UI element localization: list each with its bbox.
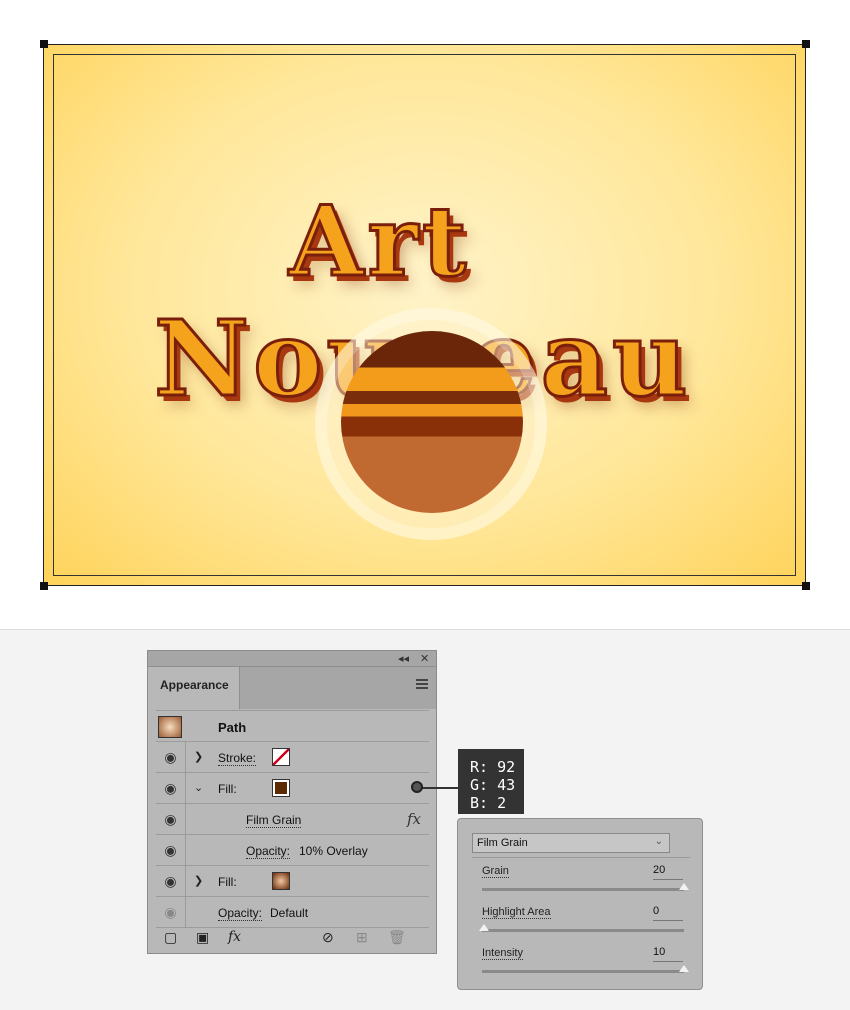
fill-label[interactable]: Fill: xyxy=(218,782,237,796)
fx-icon[interactable]: fx xyxy=(407,810,421,828)
panel-tabs: Appearance xyxy=(148,667,436,709)
intensity-label: Intensity xyxy=(482,947,523,960)
selection-handle-br[interactable] xyxy=(802,582,810,590)
object-thumbnail xyxy=(158,716,182,738)
tooltip-anchor-dot xyxy=(411,781,423,793)
fill-row[interactable]: ◉ ⌄ Fill: xyxy=(156,773,429,804)
stroke-none-swatch[interactable] xyxy=(272,748,290,766)
collapse-icon[interactable]: ◂◂ xyxy=(398,652,409,665)
add-effect-icon[interactable]: fx xyxy=(228,929,241,945)
delete-icon[interactable]: 🗑 xyxy=(388,929,406,946)
film-grain-row[interactable]: ◉ Film Grain fx xyxy=(156,804,429,835)
tooltip-r: R: 92 xyxy=(470,758,516,776)
tab-appearance[interactable]: Appearance xyxy=(148,667,240,709)
fill-label[interactable]: Fill: xyxy=(218,875,237,889)
grain-slider[interactable] xyxy=(482,883,689,891)
art-title: Art xyxy=(287,184,471,300)
eye-icon[interactable]: ◉ xyxy=(156,866,186,897)
eye-icon[interactable]: ◉ xyxy=(156,804,186,835)
opacity-overlay-row[interactable]: ◉ Opacity: 10% Overlay xyxy=(156,835,429,866)
chevron-right-icon[interactable]: ❯ xyxy=(194,750,203,763)
fill-color-swatch[interactable] xyxy=(272,779,290,797)
add-fill-icon[interactable]: ▣ xyxy=(196,929,209,946)
tooltip-b: B: 2 xyxy=(470,794,507,812)
grain-input[interactable]: 20 xyxy=(653,864,683,880)
fill-gradient-swatch[interactable] xyxy=(272,872,290,890)
panel-titlebar: ◂◂ ✕ xyxy=(148,651,436,667)
add-stroke-icon[interactable]: ▢ xyxy=(164,929,177,946)
grain-slider-thumb[interactable] xyxy=(679,883,689,890)
fill-row-2[interactable]: ◉ ❯ Fill: xyxy=(156,866,429,897)
close-icon[interactable]: ✕ xyxy=(420,652,429,665)
selection-handle-tl[interactable] xyxy=(40,40,48,48)
stroke-row[interactable]: ◉ ❯ Stroke: xyxy=(156,742,429,773)
eye-icon[interactable]: ◉ xyxy=(156,742,186,773)
tooltip-g: G: 43 xyxy=(470,776,516,794)
effect-select-value: Film Grain xyxy=(477,837,528,849)
canvas-area: Art Nouveau xyxy=(0,0,850,630)
object-header-row[interactable]: Path xyxy=(156,711,429,742)
tooltip-connector xyxy=(417,787,458,789)
divider xyxy=(472,857,690,858)
highlight-area-slider[interactable] xyxy=(479,924,684,932)
highlight-area-slider-thumb[interactable] xyxy=(479,924,489,931)
highlight-area-label: Highlight Area xyxy=(482,906,551,919)
film-grain-dialog: Film Grain ⌄ Grain 20 Highlight Area 0 I… xyxy=(457,818,703,990)
opacity-label[interactable]: Opacity: xyxy=(218,906,263,921)
opacity-value: 10% Overlay xyxy=(299,844,368,858)
selection-handle-bl[interactable] xyxy=(40,582,48,590)
chevron-down-icon: ⌄ xyxy=(654,836,663,847)
intensity-slider-thumb[interactable] xyxy=(679,965,689,972)
color-tooltip: R: 92 G: 43 B: 2 xyxy=(458,749,524,814)
panel-menu-icon[interactable] xyxy=(416,679,428,689)
chevron-down-icon[interactable]: ⌄ xyxy=(194,781,203,794)
eye-icon[interactable]: ◉ xyxy=(156,773,186,804)
intensity-slider[interactable] xyxy=(482,965,689,973)
selection-handle-tr[interactable] xyxy=(802,40,810,48)
lens-fill xyxy=(341,331,523,513)
film-grain-label[interactable]: Film Grain xyxy=(246,813,302,828)
eye-icon[interactable]: ◉ xyxy=(156,835,186,866)
appearance-list: Path ◉ ❯ Stroke: ◉ ⌄ Fill: ◉ Film Grain … xyxy=(156,710,429,928)
intensity-input[interactable]: 10 xyxy=(653,946,683,962)
duplicate-item-icon[interactable]: ⊞ xyxy=(356,929,368,946)
clear-appearance-icon[interactable]: ⊘ xyxy=(322,929,334,946)
chevron-right-icon[interactable]: ❯ xyxy=(194,874,203,887)
opacity-value: Default xyxy=(270,906,309,920)
art-artboard[interactable]: Art Nouveau xyxy=(43,44,806,586)
stroke-label[interactable]: Stroke: xyxy=(218,751,257,766)
opacity-label[interactable]: Opacity: xyxy=(246,844,291,859)
panel-bottom-bar: ▢ ▣ fx ⊘ ⊞ 🗑 xyxy=(148,923,436,953)
appearance-panel: ◂◂ ✕ Appearance Path ◉ ❯ Stroke: ◉ ⌄ Fil… xyxy=(147,650,437,954)
effect-select[interactable]: Film Grain ⌄ xyxy=(472,833,670,853)
grain-label: Grain xyxy=(482,865,509,878)
object-label: Path xyxy=(218,720,247,735)
highlight-area-input[interactable]: 0 xyxy=(653,905,683,921)
